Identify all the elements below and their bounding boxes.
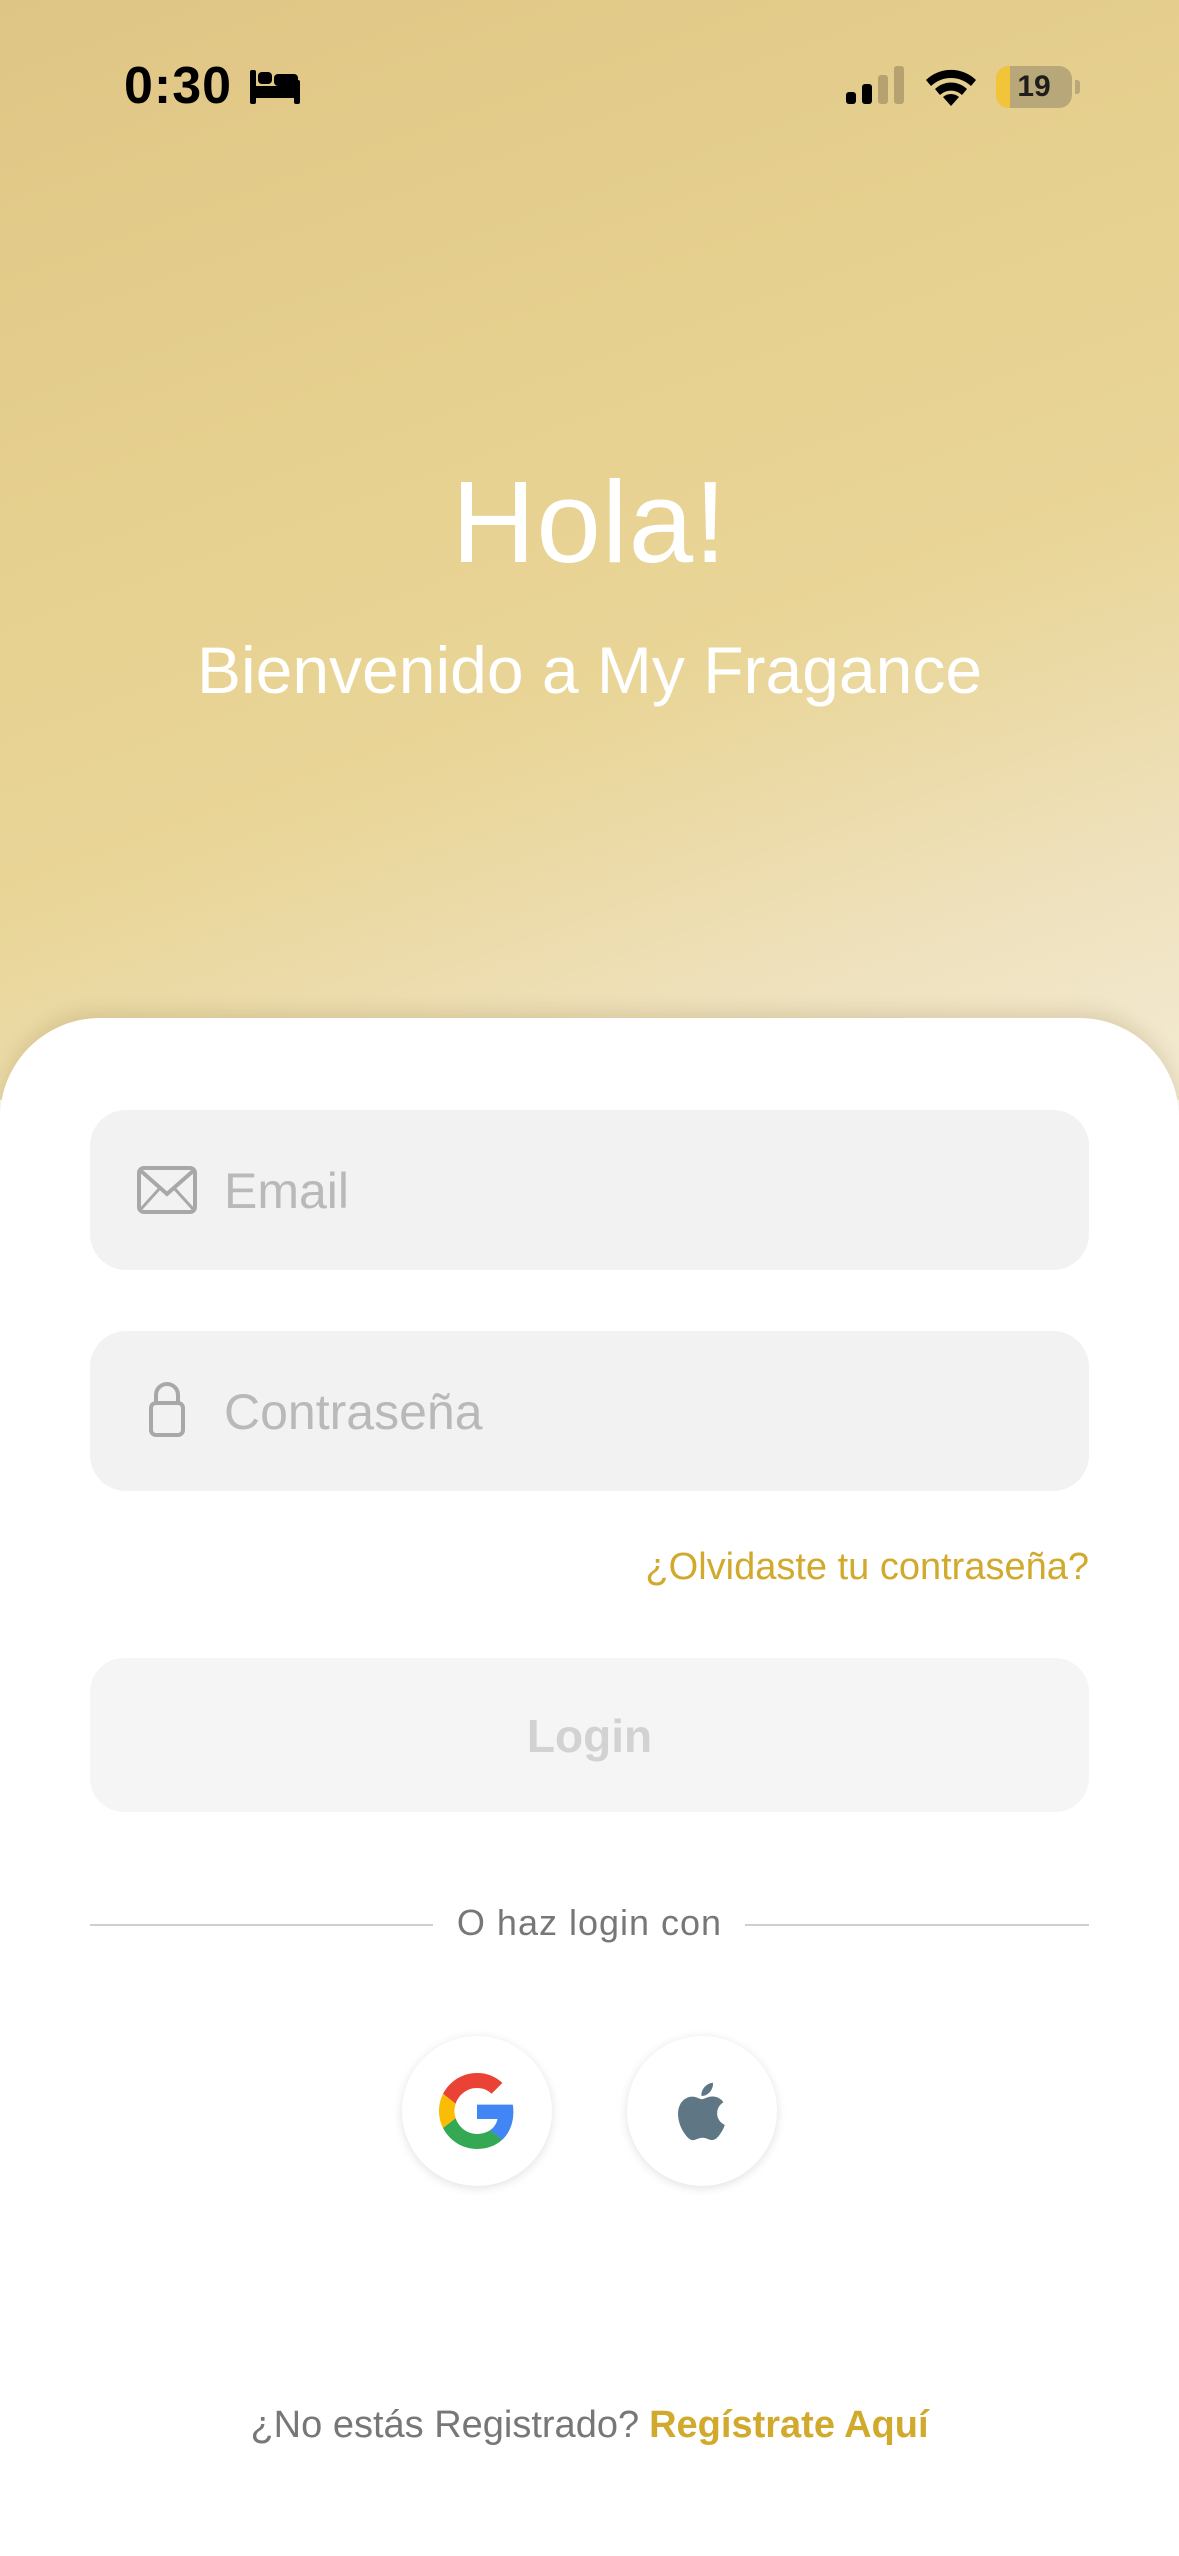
password-field[interactable] <box>90 1331 1089 1493</box>
status-bar: 0:30 19 <box>0 0 1179 175</box>
apple-login-button[interactable] <box>627 2036 777 2186</box>
status-time: 0:30 <box>124 57 233 115</box>
cellular-signal-icon <box>846 66 904 104</box>
email-field[interactable] <box>90 1110 1089 1272</box>
battery-cap <box>1075 80 1080 94</box>
register-link[interactable]: Regístrate Aquí <box>649 2404 928 2446</box>
login-button[interactable]: Login <box>90 1658 1089 1812</box>
google-icon <box>439 2073 514 2149</box>
battery-body: 19 <box>996 66 1072 108</box>
register-row: ¿No estás Registrado? Regístrate Aquí <box>0 2404 1179 2447</box>
welcome-subtitle: Bienvenido a My Fragance <box>196 633 983 707</box>
greeting-title: Hola! <box>451 457 728 587</box>
envelope-icon <box>137 1166 197 1214</box>
google-login-button[interactable] <box>402 2036 552 2186</box>
password-input[interactable] <box>222 1331 1046 1493</box>
lock-icon <box>149 1382 185 1437</box>
forgot-password-link[interactable]: ¿Olvidaste tu contraseña? <box>645 1546 1089 1589</box>
battery-indicator: 19 <box>996 66 1080 108</box>
divider-line-right <box>745 1924 1089 1926</box>
email-input[interactable] <box>222 1110 1046 1272</box>
social-divider-label: O haz login con <box>456 1902 723 1943</box>
apple-icon <box>678 2082 725 2141</box>
bed-icon <box>250 70 300 104</box>
wifi-icon <box>926 69 976 106</box>
battery-level: 19 <box>1017 70 1051 103</box>
register-prompt: ¿No estás Registrado? <box>250 2404 640 2446</box>
